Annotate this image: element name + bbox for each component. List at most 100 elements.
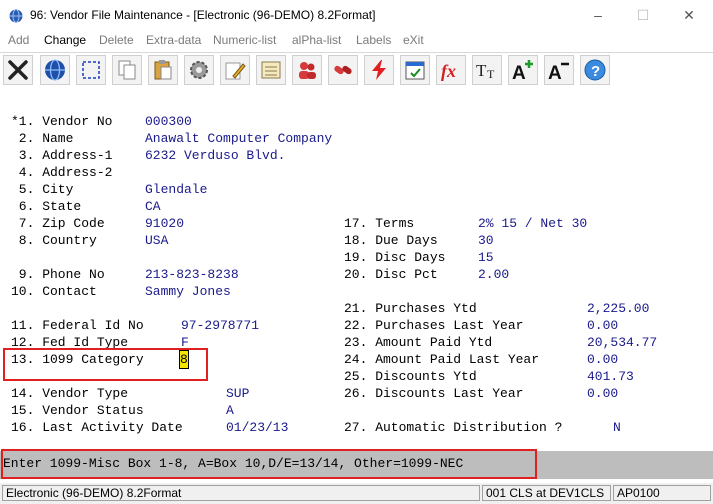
help-tool-button[interactable]: ? [580,55,610,85]
label-city: 5. City [11,182,74,197]
svg-text:A: A [512,63,526,82]
label-automatic-distribution: 27. Automatic Distribution ? [344,420,563,435]
font-smaller-tool-button[interactable]: A [544,55,574,85]
settings-icon [190,61,208,79]
label-state: 6. State [11,199,82,214]
value-due-days[interactable]: 30 [478,232,494,249]
label-phone-no: 9. Phone No [11,267,105,282]
menu-add[interactable]: Add [8,33,29,47]
value-amount-paid-ytd[interactable]: 20,534.77 [587,334,657,351]
formula-tool-button[interactable]: fx [436,55,466,85]
menu-alpha-list[interactable]: alPha-list [292,33,341,47]
label-amount-paid-ytd: 23. Amount Paid Ytd [344,335,493,350]
svg-text:fx: fx [441,61,456,81]
highlight-prompt [1,449,537,479]
label-address-1: 3. Address-1 [11,148,113,163]
status-session: 001 CLS at DEV1CLS [482,485,611,501]
edit-tool-button[interactable] [220,55,250,85]
select-tool-button[interactable] [76,55,106,85]
label-disc-pct: 20. Disc Pct [344,267,438,282]
value-federal-id-no[interactable]: 97-2978771 [181,317,259,334]
label-address-2: 4. Address-2 [11,165,113,180]
label-vendor-type: 14. Vendor Type [11,386,129,401]
help-icon: ? [584,59,606,81]
maximize-button[interactable]: ☐ [620,0,666,32]
link-tool-button[interactable] [328,55,358,85]
value-purchases-last-year[interactable]: 0.00 [587,317,618,334]
value-address-1[interactable]: 6232 Verduso Blvd. [145,147,285,164]
value-vendor-no[interactable]: 000300 [145,113,192,130]
value-purchases-ytd[interactable]: 2,225.00 [587,300,649,317]
label-federal-id-no: 11. Federal Id No [11,318,144,333]
paste-tool-button[interactable] [148,55,178,85]
close-icon [8,60,28,80]
calendar-icon [405,61,425,80]
toolbar: fx TT A A ? [0,52,713,90]
value-vendor-type[interactable]: SUP [226,385,249,402]
users-icon [299,62,316,79]
menu-bar: Add Change Delete Extra-data Numeric-lis… [0,32,713,51]
copy-tool-button[interactable] [112,55,142,85]
svg-text:T: T [476,61,487,80]
value-zip-code[interactable]: 91020 [145,215,184,232]
label-amount-paid-last-year: 24. Amount Paid Last Year [344,352,540,367]
select-icon [82,61,100,79]
value-disc-days[interactable]: 15 [478,249,494,266]
label-terms: 17. Terms [344,216,415,231]
label-disc-days: 19. Disc Days [344,250,446,265]
copy-icon [118,60,136,80]
settings-tool-button[interactable] [184,55,214,85]
value-phone-no[interactable]: 213-823-8238 [145,266,239,283]
value-contact[interactable]: Sammy Jones [145,283,231,300]
menu-labels[interactable]: Labels [356,33,391,47]
edit-icon [225,62,246,80]
label-discounts-last-year: 26. Discounts Last Year [344,386,524,401]
label-contact: 10. Contact [11,284,97,299]
status-program: AP0100 [613,485,711,501]
value-city[interactable]: Glendale [145,181,207,198]
notes-icon [261,61,281,79]
label-purchases-last-year: 22. Purchases Last Year [344,318,524,333]
globe-tool-button[interactable] [40,55,70,85]
lightning-tool-button[interactable] [364,55,394,85]
value-automatic-distribution[interactable]: N [613,419,621,436]
font-tool-button[interactable]: TT [472,55,502,85]
notes-tool-button[interactable] [256,55,286,85]
close-tool-button[interactable] [3,55,33,85]
value-discounts-last-year[interactable]: 0.00 [587,385,618,402]
value-vendor-status[interactable]: A [226,402,234,419]
value-country[interactable]: USA [145,232,168,249]
label-zip-code: 7. Zip Code [11,216,105,231]
menu-exit[interactable]: eXit [403,33,424,47]
highlight-1099-category [3,348,208,381]
menu-numeric-list[interactable]: Numeric-list [213,33,276,47]
minimize-button[interactable]: – [575,0,621,32]
window-title: 96: Vendor File Maintenance - [Electroni… [30,8,376,22]
value-amount-paid-last-year[interactable]: 0.00 [587,351,618,368]
app-globe-icon [9,9,23,23]
value-discounts-ytd[interactable]: 401.73 [587,368,634,385]
formula-icon: fx [441,61,456,81]
label-country: 8. Country [11,233,97,248]
label-due-days: 18. Due Days [344,233,438,248]
close-window-button[interactable]: ✕ [666,0,712,32]
value-state[interactable]: CA [145,198,161,215]
lightning-icon [372,60,386,80]
label-vendor-status: 15. Vendor Status [11,403,144,418]
calendar-tool-button[interactable] [400,55,430,85]
menu-change[interactable]: Change [44,33,86,47]
menu-extra-data[interactable]: Extra-data [146,33,201,47]
font-icon: TT [476,61,495,81]
value-disc-pct[interactable]: 2.00 [478,266,509,283]
svg-text:A: A [548,63,562,82]
svg-text:?: ? [591,63,600,80]
menu-delete[interactable]: Delete [99,33,134,47]
title-bar: 96: Vendor File Maintenance - [Electroni… [0,0,713,32]
label-name: 2. Name [11,131,74,146]
users-tool-button[interactable] [292,55,322,85]
value-name[interactable]: Anawalt Computer Company [145,130,332,147]
value-terms[interactable]: 2% 15 / Net 30 [478,215,587,232]
value-last-activity-date[interactable]: 01/23/13 [226,419,288,436]
paste-icon [154,60,172,80]
font-larger-tool-button[interactable]: A [508,55,538,85]
